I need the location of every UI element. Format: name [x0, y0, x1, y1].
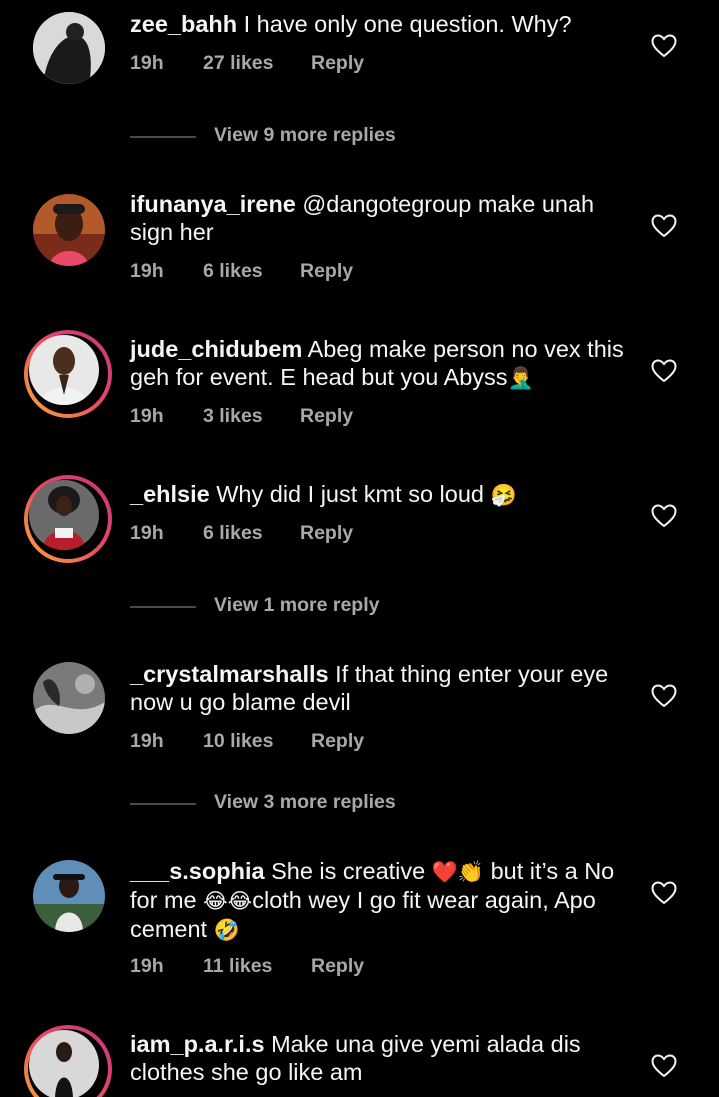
reply-button[interactable]: Reply: [311, 52, 364, 75]
view-more-label[interactable]: View 3 more replies: [214, 791, 396, 814]
view-more-replies[interactable]: View 1 more reply: [0, 592, 719, 622]
avatar: [29, 1030, 99, 1097]
comment-text: ___s.sophia She is creative ❤️👏 but it’s…: [130, 857, 630, 944]
avatar[interactable]: [33, 194, 105, 266]
timestamp: 19h: [130, 730, 164, 752]
comment-text: jude_chidubem Abeg make person no vex th…: [130, 335, 650, 392]
reply-button[interactable]: Reply: [300, 260, 353, 283]
laughing-emoji: 😂😂: [203, 889, 253, 913]
comment-body: for me: [130, 887, 197, 913]
view-more-label[interactable]: View 9 more replies: [214, 124, 396, 147]
timestamp: 19h: [130, 405, 164, 427]
heart-outline-icon[interactable]: [651, 1054, 677, 1078]
view-more-replies[interactable]: View 9 more replies: [0, 122, 719, 152]
timestamp: 19h: [130, 955, 164, 977]
likes-count[interactable]: 6 likes: [203, 522, 263, 545]
comment-body: Make una give yemi alada dis: [271, 1031, 581, 1057]
avatar[interactable]: [33, 12, 105, 84]
comment-body: @dangotegroup make unah: [302, 191, 595, 217]
divider-line: [130, 803, 196, 805]
username[interactable]: jude_chidubem: [130, 336, 302, 362]
reply-button[interactable]: Reply: [300, 522, 353, 545]
username[interactable]: _crystalmarshalls: [130, 661, 329, 687]
username[interactable]: zee_bahh: [130, 11, 237, 37]
comment-body: clothes she go like am: [130, 1059, 363, 1085]
comment-text: _ehlsie Why did I just kmt so loud 🤧: [130, 480, 630, 509]
comment-body: now u go blame devil: [130, 689, 351, 715]
comment-body: cloth wey I go fit wear again, Apo: [252, 887, 596, 913]
timestamp: 19h: [130, 260, 164, 282]
comment-body: Abeg make person no vex this: [307, 336, 624, 362]
rofl-emoji: 🤣: [213, 918, 240, 942]
comment-text: zee_bahh I have only one question. Why?: [130, 10, 630, 38]
heart-outline-icon[interactable]: [651, 359, 677, 383]
avatar: [29, 480, 99, 550]
username[interactable]: ifunanya_irene: [130, 191, 296, 217]
comment-body: She is creative: [271, 858, 426, 884]
view-more-label[interactable]: View 1 more reply: [214, 594, 379, 617]
username[interactable]: _ehlsie: [130, 481, 210, 507]
comment-body: Why did I just kmt so loud: [216, 481, 484, 507]
username[interactable]: iam_p.a.r.i.s: [130, 1031, 265, 1057]
reply-button[interactable]: Reply: [300, 405, 353, 428]
comment-body: but it’s a No: [490, 858, 615, 884]
heart-clap-emoji: ❤️👏: [431, 860, 485, 884]
avatar: [29, 335, 99, 405]
comment-body: sign her: [130, 219, 214, 245]
heart-outline-icon[interactable]: [651, 214, 677, 238]
heart-outline-icon[interactable]: [651, 34, 677, 58]
comment-body: I have only one question. Why?: [243, 11, 572, 37]
username[interactable]: ___s.sophia: [130, 858, 265, 884]
comments-list: zee_bahh I have only one question. Why? …: [0, 0, 719, 1097]
divider-line: [130, 136, 196, 138]
avatar[interactable]: [33, 860, 105, 932]
likes-count[interactable]: 6 likes: [203, 260, 263, 283]
avatar-story-ring[interactable]: [24, 330, 112, 418]
avatar-story-ring[interactable]: [24, 475, 112, 563]
comment-body: If that thing enter your eye: [335, 661, 609, 687]
reply-button[interactable]: Reply: [311, 955, 364, 978]
likes-count[interactable]: 27 likes: [203, 52, 273, 75]
heart-outline-icon[interactable]: [651, 684, 677, 708]
comment-text: iam_p.a.r.i.s Make una give yemi alada d…: [130, 1030, 630, 1086]
comment-text: _crystalmarshalls If that thing enter yo…: [130, 660, 630, 716]
timestamp: 19h: [130, 522, 164, 544]
timestamp: 19h: [130, 52, 164, 74]
heart-outline-icon[interactable]: [651, 881, 677, 905]
view-more-replies[interactable]: View 3 more replies: [0, 789, 719, 819]
reply-button[interactable]: Reply: [311, 730, 364, 753]
facepalm-emoji: 🤦‍♂️: [507, 366, 534, 390]
comment-text: ifunanya_irene @dangotegroup make unah s…: [130, 190, 630, 246]
divider-line: [130, 606, 196, 608]
likes-count[interactable]: 10 likes: [203, 730, 273, 753]
comment-body: geh for event. E head but you Abyss: [130, 364, 508, 390]
avatar[interactable]: [33, 662, 105, 734]
likes-count[interactable]: 11 likes: [203, 955, 272, 978]
sneezing-emoji: 🤧: [490, 483, 517, 507]
likes-count[interactable]: 3 likes: [203, 405, 263, 428]
comment-body: cement: [130, 916, 208, 942]
avatar-story-ring[interactable]: [24, 1025, 112, 1097]
heart-outline-icon[interactable]: [651, 504, 677, 528]
